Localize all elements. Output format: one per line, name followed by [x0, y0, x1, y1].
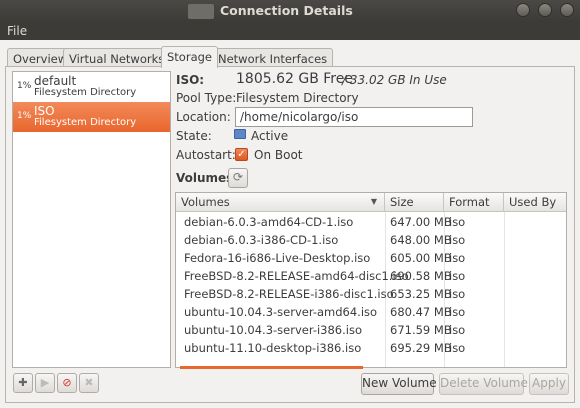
state-icon	[234, 129, 246, 139]
menu-bar: File	[0, 22, 580, 40]
autostart-label: Autostart:	[176, 148, 236, 162]
volume-name: ubuntu-11.10-desktop-i386.iso	[184, 341, 362, 355]
stop-icon[interactable]: ⊘	[57, 373, 77, 393]
table-row[interactable]: debian-6.0.3-i386-CD-1.iso 648.00 MB iso	[176, 231, 566, 249]
pool-usage-percent: 1%	[17, 81, 32, 91]
menu-file[interactable]: File	[7, 24, 27, 38]
pool-free-space: 1805.62 GB Free	[236, 71, 353, 87]
autostart-checkbox[interactable]: ✓	[235, 148, 248, 161]
volume-format: iso	[449, 341, 466, 355]
delete-icon[interactable]: ✖	[79, 373, 99, 393]
location-field[interactable]	[235, 107, 473, 127]
volume-name: debian-6.0.3-i386-CD-1.iso	[184, 233, 339, 247]
volume-name: Fedora-16-i686-Live-Desktop.iso	[184, 251, 371, 265]
volume-format: iso	[449, 323, 466, 337]
pool-usage-percent: 1%	[17, 111, 32, 121]
app-icon	[188, 4, 214, 19]
pool-name: ISO	[34, 104, 55, 118]
state-label: State:	[176, 129, 212, 143]
table-row[interactable]: ubuntu-10.04.3-server-amd64.iso 680.47 M…	[176, 303, 566, 321]
volume-name: FreeBSD-8.2-RELEASE-i386-disc1.iso	[184, 287, 394, 301]
volume-size: 690.58 MB	[390, 269, 452, 283]
autostart-value: On Boot	[254, 148, 303, 162]
volume-format: iso	[449, 251, 466, 265]
volume-format: iso	[449, 215, 466, 229]
table-row[interactable]: FreeBSD-8.2-RELEASE-i386-disc1.iso 653.2…	[176, 285, 566, 303]
volumes-section-label: Volumes	[176, 171, 234, 185]
table-row[interactable]: ubuntu-10.04.3-server-i386.iso 671.59 MB…	[176, 321, 566, 339]
column-header-label: Volumes	[181, 195, 230, 209]
volume-format: iso	[449, 269, 466, 283]
sort-down-icon: ▼	[370, 197, 377, 206]
table-row[interactable]: debian-6.0.3-amd64-CD-1.iso 647.00 MB is…	[176, 213, 566, 231]
delete-volume-button[interactable]: Delete Volume	[439, 373, 528, 395]
maximize-icon[interactable]	[538, 3, 552, 17]
column-header-format[interactable]: Format	[444, 193, 504, 212]
table-row[interactable]: ubuntu-11.10-desktop-i386.iso 695.29 MB …	[176, 339, 566, 357]
volume-name: ubuntu-10.04.3-server-i386.iso	[184, 323, 362, 337]
volume-format: iso	[449, 287, 466, 301]
window-title: Connection Details	[220, 3, 353, 18]
volume-size: 695.29 MB	[390, 341, 452, 355]
volume-name: FreeBSD-8.2-RELEASE-amd64-disc1.iso	[184, 269, 409, 283]
apply-button[interactable]: Apply	[529, 373, 569, 395]
pool-item-default[interactable]: 1% default Filesystem Directory	[13, 72, 170, 102]
pool-list: 1% default Filesystem Directory 1% ISO F…	[12, 71, 171, 368]
table-row[interactable]: Fedora-16-i686-Live-Desktop.iso 605.00 M…	[176, 249, 566, 267]
pool-type-value: Filesystem Directory	[236, 91, 359, 105]
pool-type-label: Pool Type:	[176, 91, 237, 105]
volume-size: 605.00 MB	[390, 251, 452, 265]
storage-panel: 1% default Filesystem Directory 1% ISO F…	[5, 66, 575, 403]
column-header-size[interactable]: Size	[385, 193, 444, 212]
column-header-volumes[interactable]: Volumes ▼	[176, 193, 385, 212]
location-label: Location:	[176, 110, 231, 124]
volume-format: iso	[449, 305, 466, 319]
refresh-icon[interactable]: ⟳	[228, 168, 248, 188]
volume-size: 648.00 MB	[390, 233, 452, 247]
tab-virtual-networks[interactable]: Virtual Networks	[63, 48, 171, 67]
minimize-icon[interactable]	[516, 3, 530, 17]
close-icon[interactable]	[560, 3, 574, 17]
volumes-table: Volumes ▼ Size Format Used By debian-6.0…	[175, 192, 567, 368]
volume-name: ubuntu-10.04.3-server-amd64.iso	[184, 305, 378, 319]
new-volume-button[interactable]: New Volume	[361, 373, 437, 395]
volume-size: 653.25 MB	[390, 287, 452, 301]
tab-storage[interactable]: Storage	[161, 46, 218, 68]
pool-name: default	[34, 74, 77, 88]
volume-name: debian-6.0.3-amd64-CD-1.iso	[184, 215, 354, 229]
pool-in-use: / 33.02 GB In Use	[342, 73, 447, 87]
volume-size: 680.47 MB	[390, 305, 452, 319]
pool-type: Filesystem Directory	[34, 117, 137, 128]
volume-size: 671.59 MB	[390, 323, 452, 337]
title-bar: Connection Details	[0, 0, 580, 22]
pool-item-iso[interactable]: 1% ISO Filesystem Directory	[13, 102, 170, 132]
column-header-used-by[interactable]: Used By	[504, 193, 566, 212]
volume-format: iso	[449, 233, 466, 247]
tab-network-interfaces[interactable]: Network Interfaces	[212, 48, 334, 67]
state-value: Active	[251, 129, 289, 143]
volume-size: 647.00 MB	[390, 215, 452, 229]
pool-name-label: ISO:	[176, 73, 205, 87]
pool-type: Filesystem Directory	[34, 87, 137, 98]
play-icon[interactable]: ▶	[35, 373, 55, 393]
table-row[interactable]: FreeBSD-8.2-RELEASE-amd64-disc1.iso 690.…	[176, 267, 566, 285]
add-icon[interactable]: ✚	[13, 373, 33, 393]
horizontal-scrollbar[interactable]	[180, 366, 363, 369]
